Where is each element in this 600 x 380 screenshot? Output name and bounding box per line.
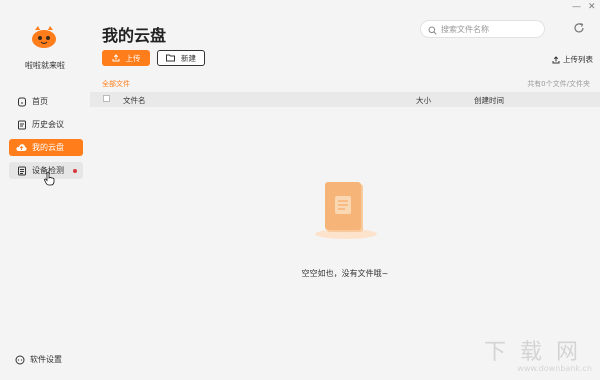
upload-icon [112, 54, 120, 62]
breadcrumb[interactable]: 全部文件 [102, 79, 130, 89]
main-panel: — ✕ 我的云盘 上传 新建 上传列表 全部文件 共有0个文件/文件夹 文件名 … [90, 0, 600, 380]
sidebar: 啦啦就来啦 首页 历史会议 我的云盘 设备检测 软件设置 [0, 0, 90, 380]
table-header: 文件名 大小 创建时间 [90, 92, 600, 107]
folder-icon [166, 54, 175, 62]
sidebar-item-label: 我的云盘 [32, 143, 64, 152]
history-icon [16, 119, 27, 130]
watermark-cn: 下载网 [483, 340, 592, 365]
settings-label: 软件设置 [30, 355, 62, 364]
column-name[interactable]: 文件名 [123, 95, 146, 106]
column-size[interactable]: 大小 [416, 95, 431, 106]
app-logo-icon [32, 26, 56, 48]
search-input[interactable] [441, 24, 536, 34]
sidebar-item-label: 历史会议 [32, 120, 64, 129]
close-button[interactable]: ✕ [588, 2, 596, 12]
brand-name: 啦啦就来啦 [25, 61, 65, 70]
new-folder-button[interactable]: 新建 [157, 50, 205, 66]
refresh-icon[interactable] [573, 22, 585, 34]
upload-button[interactable]: 上传 [102, 50, 150, 66]
search-box[interactable] [420, 20, 545, 38]
column-created[interactable]: 创建时间 [474, 95, 504, 106]
upload-list-label: 上传列表 [563, 55, 593, 64]
new-label: 新建 [181, 53, 196, 63]
sidebar-item-home[interactable]: 首页 [9, 93, 83, 110]
empty-state-text: 空空如也，没有文件哦~ [301, 269, 389, 278]
sidebar-item-history[interactable]: 历史会议 [9, 116, 83, 133]
notification-dot [73, 169, 77, 173]
file-count: 共有0个文件/文件夹 [527, 80, 590, 88]
select-all-checkbox[interactable] [103, 95, 110, 102]
upload-label: 上传 [125, 53, 141, 63]
minimize-button[interactable]: — [572, 2, 581, 12]
sidebar-item-label: 首页 [32, 97, 48, 106]
hand-cursor-icon [44, 172, 55, 186]
search-icon [428, 20, 437, 39]
sidebar-item-cloud[interactable]: 我的云盘 [9, 139, 83, 156]
upload-list-button[interactable]: 上传列表 [552, 54, 593, 65]
home-icon [16, 96, 27, 107]
software-settings[interactable]: 软件设置 [15, 354, 62, 365]
cloud-icon [16, 142, 27, 153]
watermark-en: www.downbank.cn [517, 364, 592, 373]
settings-icon [15, 355, 25, 365]
empty-box-icon [315, 182, 377, 239]
page-title: 我的云盘 [102, 26, 167, 45]
device-icon [16, 165, 27, 176]
upload-list-icon [552, 55, 560, 64]
